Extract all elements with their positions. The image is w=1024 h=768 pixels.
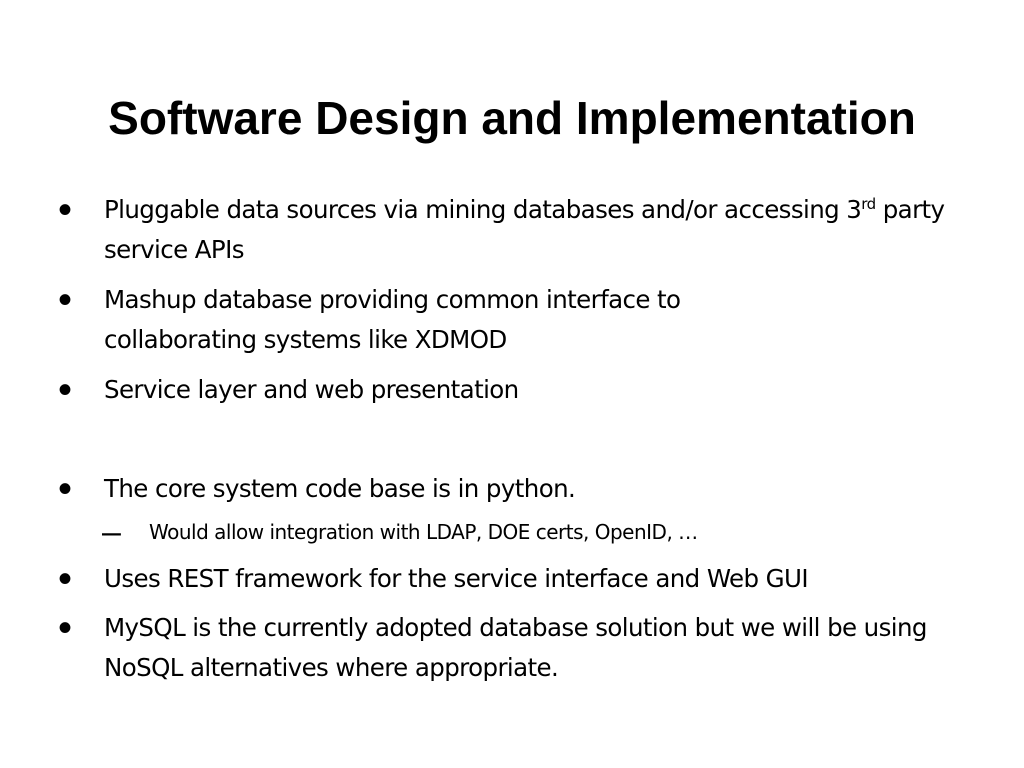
dash-icon: –: [102, 513, 121, 551]
bullet-icon: •: [58, 557, 73, 601]
bullet-text: Service layer and web presentation: [104, 375, 519, 404]
bullet-icon: •: [58, 467, 73, 511]
bullet-icon: •: [58, 188, 73, 232]
bullet-icon: •: [58, 368, 73, 412]
bullet-text: Uses REST framework for the service inte…: [104, 564, 809, 593]
bullet-icon: •: [58, 606, 73, 650]
bullet-text: Mashup database providing common interfa…: [104, 285, 681, 354]
bullet-text: The core system code base is in python.: [104, 474, 576, 503]
bullet-text: MySQL is the currently adopted database …: [104, 613, 927, 682]
bullet-text: Pluggable data sources via mining databa…: [104, 195, 945, 264]
sub-bullet-text: Would allow integration with LDAP, DOE c…: [149, 520, 698, 544]
slide-title: Software Design and Implementation: [108, 92, 916, 144]
superscript: rd: [861, 195, 876, 213]
bullet-icon: •: [58, 278, 73, 322]
